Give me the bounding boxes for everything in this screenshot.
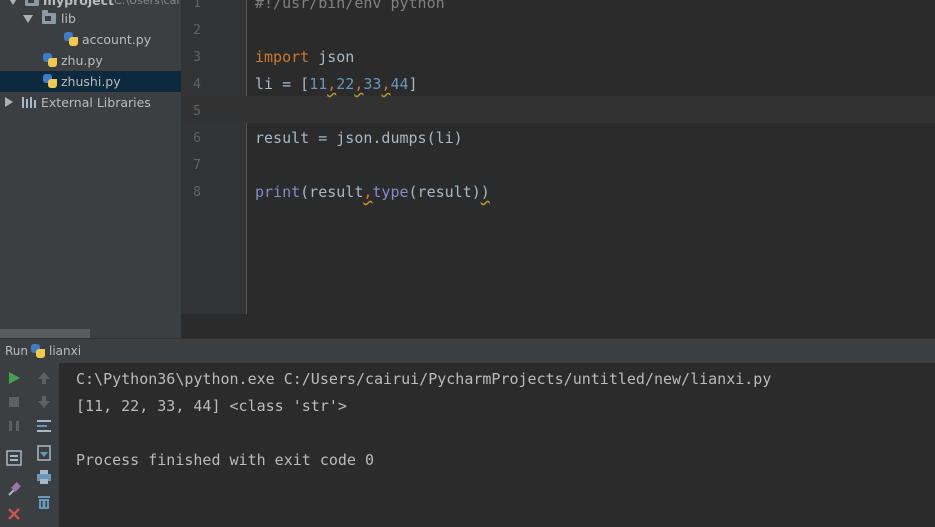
tree-item-account-py[interactable]: account.py (0, 29, 181, 50)
pause-icon[interactable] (5, 417, 23, 435)
rerun-play-icon[interactable] (5, 369, 23, 387)
line-number: 6 (193, 131, 201, 146)
close-icon[interactable] (5, 505, 23, 523)
chevron-down-icon[interactable] (23, 15, 33, 23)
line-number: 7 (193, 158, 201, 173)
editor-empty-area (181, 314, 935, 338)
tree-item-label: zhu.py (61, 53, 103, 68)
code-token: ] (408, 75, 418, 93)
run-config-tab[interactable]: lianxi (49, 344, 81, 358)
tree-item-lib[interactable]: lib (0, 8, 181, 29)
tree-item-external-libraries[interactable]: External Libraries (0, 92, 181, 113)
line-number: 5 (193, 104, 201, 119)
folder-icon (25, 0, 39, 6)
run-toolbar (0, 363, 59, 527)
code-token: li = [ (255, 75, 310, 93)
line-number: 8 (193, 185, 201, 200)
tree-item-label: External Libraries (41, 95, 151, 110)
python-file-icon (64, 32, 78, 46)
number-literal: 22 (336, 75, 355, 93)
print-icon[interactable] (35, 468, 53, 486)
tree-item-zhushi-py[interactable]: zhushi.py (0, 71, 181, 92)
chevron-right-icon[interactable] (5, 97, 13, 107)
arrow-down-icon[interactable] (35, 393, 53, 411)
line-number: 1 (193, 0, 201, 11)
code-line-8[interactable]: print(result,type(result)) (255, 179, 490, 206)
code-token: result = json.dumps(li) (255, 129, 463, 147)
python-file-icon (43, 74, 57, 88)
tree-item-label: account.py (82, 32, 152, 47)
number-literal: 11 (309, 75, 328, 93)
current-line-highlight (181, 96, 935, 123)
keyword-import: import (255, 48, 310, 66)
horizontal-scrollbar[interactable] (0, 329, 90, 338)
code-line-6[interactable]: result = json.dumps(li) (255, 125, 463, 152)
code-token: (result) (408, 183, 481, 201)
builtin-print: print (255, 183, 301, 201)
pin-icon[interactable] (5, 480, 23, 498)
trash-icon[interactable] (35, 493, 53, 511)
code-line-1[interactable]: #!/usr/bin/env python (255, 0, 445, 17)
python-file-icon (43, 53, 57, 67)
tree-item-zhu-py[interactable]: zhu.py (0, 50, 181, 71)
code-token: (result (300, 183, 364, 201)
number-literal: 44 (390, 75, 409, 93)
code-line-3[interactable]: import json (255, 44, 354, 71)
stop-icon[interactable] (5, 393, 23, 411)
tree-item-label: zhushi.py (61, 74, 121, 89)
tree-item-label: lib (61, 11, 76, 26)
shebang-comment: #!/usr/bin/env python (255, 0, 445, 12)
project-tool-window: myproject C:\Users\cai lib account.py zh… (0, 0, 181, 338)
folder-icon (42, 10, 56, 24)
libraries-icon (22, 97, 37, 108)
python-file-icon (31, 344, 45, 358)
comma-warning: , (327, 75, 337, 93)
console-line-exit: Process finished with exit code 0 (76, 451, 375, 469)
run-tool-window-header: Run lianxi (0, 338, 935, 364)
chevron-down-icon[interactable] (8, 0, 18, 5)
builtin-type: type (372, 183, 409, 201)
scroll-to-end-icon[interactable] (35, 444, 53, 462)
arrow-up-icon[interactable] (35, 369, 53, 387)
code-line-4[interactable]: li = [11,22,33,44] (255, 71, 418, 98)
soft-wrap-icon[interactable] (35, 417, 53, 435)
paren-warning: ) (480, 183, 490, 201)
console-line-result: [11, 22, 33, 44] <class 'str'> (76, 397, 347, 415)
line-number: 2 (193, 23, 201, 38)
number-literal: 33 (363, 75, 382, 93)
code-token: json (309, 48, 355, 66)
console-line-command: C:\Python36\python.exe C:/Users/cairui/P… (76, 370, 772, 388)
run-label: Run (5, 344, 29, 358)
line-number: 3 (193, 50, 201, 65)
dump-threads-icon[interactable] (5, 449, 23, 467)
line-number: 4 (193, 77, 201, 92)
